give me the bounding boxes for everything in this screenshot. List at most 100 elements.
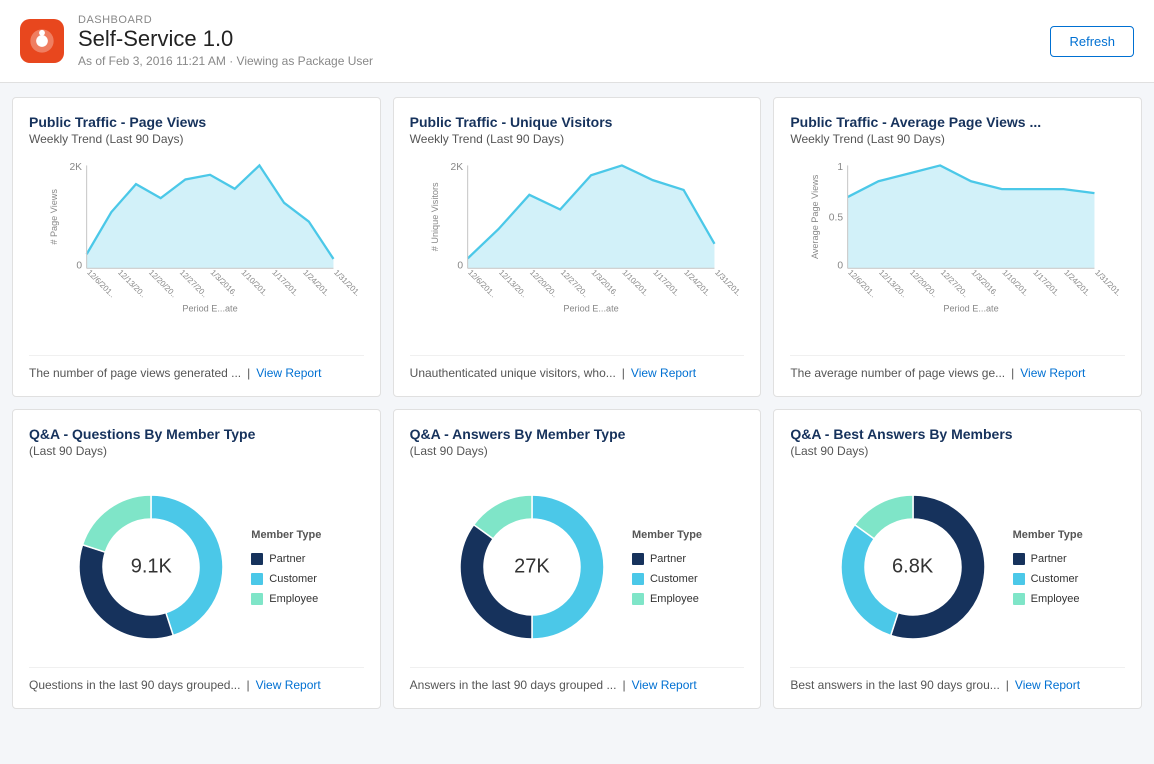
footer-sep-1: | bbox=[622, 366, 625, 380]
donut-area-5: 6.8K Member Type Partner Customer Employee bbox=[790, 466, 1125, 667]
footer-sep-5: | bbox=[1006, 678, 1009, 692]
legend-label-5-0: Partner bbox=[1031, 553, 1067, 565]
donut-wrapper-5: 6.8K bbox=[833, 487, 993, 647]
view-report-link-4[interactable]: View Report bbox=[632, 678, 697, 692]
footer-text-5: Best answers in the last 90 days grou... bbox=[790, 678, 999, 692]
header-left: DASHBOARD Self-Service 1.0 As of Feb 3, … bbox=[20, 14, 373, 68]
legend-label-5-1: Customer bbox=[1031, 573, 1079, 585]
card-subtitle-2: Weekly Trend (Last 90 Days) bbox=[790, 132, 1125, 146]
card-answers-by-member: Q&A - Answers By Member Type(Last 90 Day… bbox=[393, 409, 762, 709]
donut-center-label-3: 9.1K bbox=[131, 555, 172, 578]
legend-label-4-1: Customer bbox=[650, 573, 698, 585]
legend-item-4-1: Customer bbox=[632, 573, 702, 585]
svg-text:1/24/201.: 1/24/201. bbox=[682, 268, 712, 298]
view-report-link-3[interactable]: View Report bbox=[256, 678, 321, 692]
legend-item-3-1: Customer bbox=[251, 573, 321, 585]
svg-text:# Page Views: # Page Views bbox=[49, 189, 59, 245]
chart-area-1: 2K0# Unique Visitors12/6/201..12/13/20..… bbox=[410, 154, 745, 355]
legend-dot-4-1 bbox=[632, 573, 644, 585]
card-best-answers: Q&A - Best Answers By Members (Last 90 Da… bbox=[773, 409, 1142, 709]
card-subtitle-0: Weekly Trend (Last 90 Days) bbox=[29, 132, 364, 146]
donut-area-4: 27K Member Type Partner Customer Employee bbox=[410, 466, 745, 667]
svg-text:1/3/2016.: 1/3/2016. bbox=[209, 268, 239, 298]
donut-center-label-4: 27K bbox=[514, 555, 550, 578]
svg-text:12/6/201..: 12/6/201.. bbox=[847, 268, 879, 300]
footer-text-2: The average number of page views ge... bbox=[790, 366, 1005, 380]
footer-sep-4: | bbox=[622, 678, 625, 692]
svg-text:1/17/201.: 1/17/201. bbox=[270, 268, 300, 298]
card-subtitle-4: (Last 90 Days) bbox=[410, 444, 745, 458]
app-logo bbox=[20, 19, 64, 63]
card-questions-by-member: Q&A - Questions By Member Type (Last 90 D… bbox=[12, 409, 381, 709]
svg-text:12/6/201..: 12/6/201.. bbox=[466, 268, 498, 300]
legend-label-3-2: Employee bbox=[269, 593, 318, 605]
legend-dot-3-0 bbox=[251, 553, 263, 565]
svg-text:Period E...ate: Period E...ate bbox=[944, 304, 999, 314]
card-footer-2: The average number of page views ge... | V… bbox=[790, 355, 1125, 380]
svg-text:0.5: 0.5 bbox=[829, 212, 844, 223]
svg-text:1/17/201.: 1/17/201. bbox=[1032, 268, 1062, 298]
legend-4: Member Type Partner Customer Employee bbox=[632, 529, 702, 605]
dashboard-label: DASHBOARD bbox=[78, 14, 373, 26]
footer-sep-0: | bbox=[247, 366, 250, 380]
svg-text:12/20/20..: 12/20/20.. bbox=[908, 268, 940, 300]
view-report-link-2[interactable]: View Report bbox=[1020, 366, 1085, 380]
svg-text:Period E...ate: Period E...ate bbox=[182, 304, 237, 314]
card-footer-5: Best answers in the last 90 days grou...… bbox=[790, 667, 1125, 692]
card-title-2: Public Traffic - Average Page Views ... bbox=[790, 114, 1125, 130]
svg-text:1/31/201.: 1/31/201. bbox=[713, 268, 743, 298]
footer-text-0: The number of page views generated ... bbox=[29, 366, 241, 380]
chart-area-2: 10.50Average Page Views12/6/201..12/13/2… bbox=[790, 154, 1125, 355]
svg-text:Average Page Views: Average Page Views bbox=[810, 174, 820, 259]
card-footer-4: Answers in the last 90 days grouped ...|… bbox=[410, 667, 745, 692]
card-footer-0: The number of page views generated ... | V… bbox=[29, 355, 364, 380]
card-title-3: Q&A - Questions By Member Type bbox=[29, 426, 364, 442]
legend-item-4-0: Partner bbox=[632, 553, 702, 565]
legend-label-3-0: Partner bbox=[269, 553, 305, 565]
legend-title-4: Member Type bbox=[632, 529, 702, 541]
svg-text:1/24/201.: 1/24/201. bbox=[1063, 268, 1093, 298]
footer-text-1: Unauthenticated unique visitors, who... bbox=[410, 366, 616, 380]
legend-item-5-2: Employee bbox=[1013, 593, 1083, 605]
card-page-views: Public Traffic - Page ViewsWeekly Trend … bbox=[12, 97, 381, 397]
svg-text:1/10/201.: 1/10/201. bbox=[1001, 268, 1031, 298]
legend-label-4-0: Partner bbox=[650, 553, 686, 565]
svg-text:12/13/20..: 12/13/20.. bbox=[497, 268, 529, 300]
legend-title-5: Member Type bbox=[1013, 529, 1083, 541]
refresh-button[interactable]: Refresh bbox=[1050, 26, 1134, 57]
svg-text:12/13/20..: 12/13/20.. bbox=[116, 268, 148, 300]
card-title-1: Public Traffic - Unique Visitors bbox=[410, 114, 745, 130]
legend-dot-4-2 bbox=[632, 593, 644, 605]
svg-text:1/10/201.: 1/10/201. bbox=[239, 268, 269, 298]
svg-text:12/13/20..: 12/13/20.. bbox=[877, 268, 909, 300]
footer-sep-3: | bbox=[246, 678, 249, 692]
svg-text:12/27/20..: 12/27/20.. bbox=[178, 268, 210, 300]
svg-text:1/3/2016.: 1/3/2016. bbox=[970, 268, 1000, 298]
view-report-link-5[interactable]: View Report bbox=[1015, 678, 1080, 692]
footer-sep-2: | bbox=[1011, 366, 1014, 380]
svg-text:2K: 2K bbox=[69, 162, 82, 173]
card-subtitle-3: (Last 90 Days) bbox=[29, 444, 364, 458]
logo-icon bbox=[28, 27, 56, 55]
donut-area-3: 9.1KMember TypePartnerCustomerEmployee bbox=[29, 466, 364, 667]
view-report-link-1[interactable]: View Report bbox=[631, 366, 696, 380]
donut-center-label-5: 6.8K bbox=[892, 555, 933, 578]
svg-text:1/31/201.: 1/31/201. bbox=[1093, 268, 1123, 298]
card-title-5: Q&A - Best Answers By Members bbox=[790, 426, 1125, 442]
legend-item-4-2: Employee bbox=[632, 593, 702, 605]
page-title: Self-Service 1.0 bbox=[78, 26, 373, 52]
svg-text:1/31/201.: 1/31/201. bbox=[332, 268, 362, 298]
svg-text:Period E...ate: Period E...ate bbox=[563, 304, 618, 314]
card-subtitle-5: (Last 90 Days) bbox=[790, 444, 1125, 458]
svg-text:1/3/2016.: 1/3/2016. bbox=[589, 268, 619, 298]
svg-text:1/17/201.: 1/17/201. bbox=[651, 268, 681, 298]
svg-text:12/27/20..: 12/27/20.. bbox=[558, 268, 590, 300]
legend-5: Member Type Partner Customer Employee bbox=[1013, 529, 1083, 605]
svg-text:1/10/201.: 1/10/201. bbox=[620, 268, 650, 298]
view-report-link-0[interactable]: View Report bbox=[256, 366, 321, 380]
dashboard-grid: Public Traffic - Page ViewsWeekly Trend … bbox=[0, 83, 1154, 723]
footer-text-3: Questions in the last 90 days grouped... bbox=[29, 678, 240, 692]
card-avg-page-views: Public Traffic - Average Page Views ... W… bbox=[773, 97, 1142, 397]
svg-text:12/20/20..: 12/20/20.. bbox=[147, 268, 179, 300]
legend-label-4-2: Employee bbox=[650, 593, 699, 605]
